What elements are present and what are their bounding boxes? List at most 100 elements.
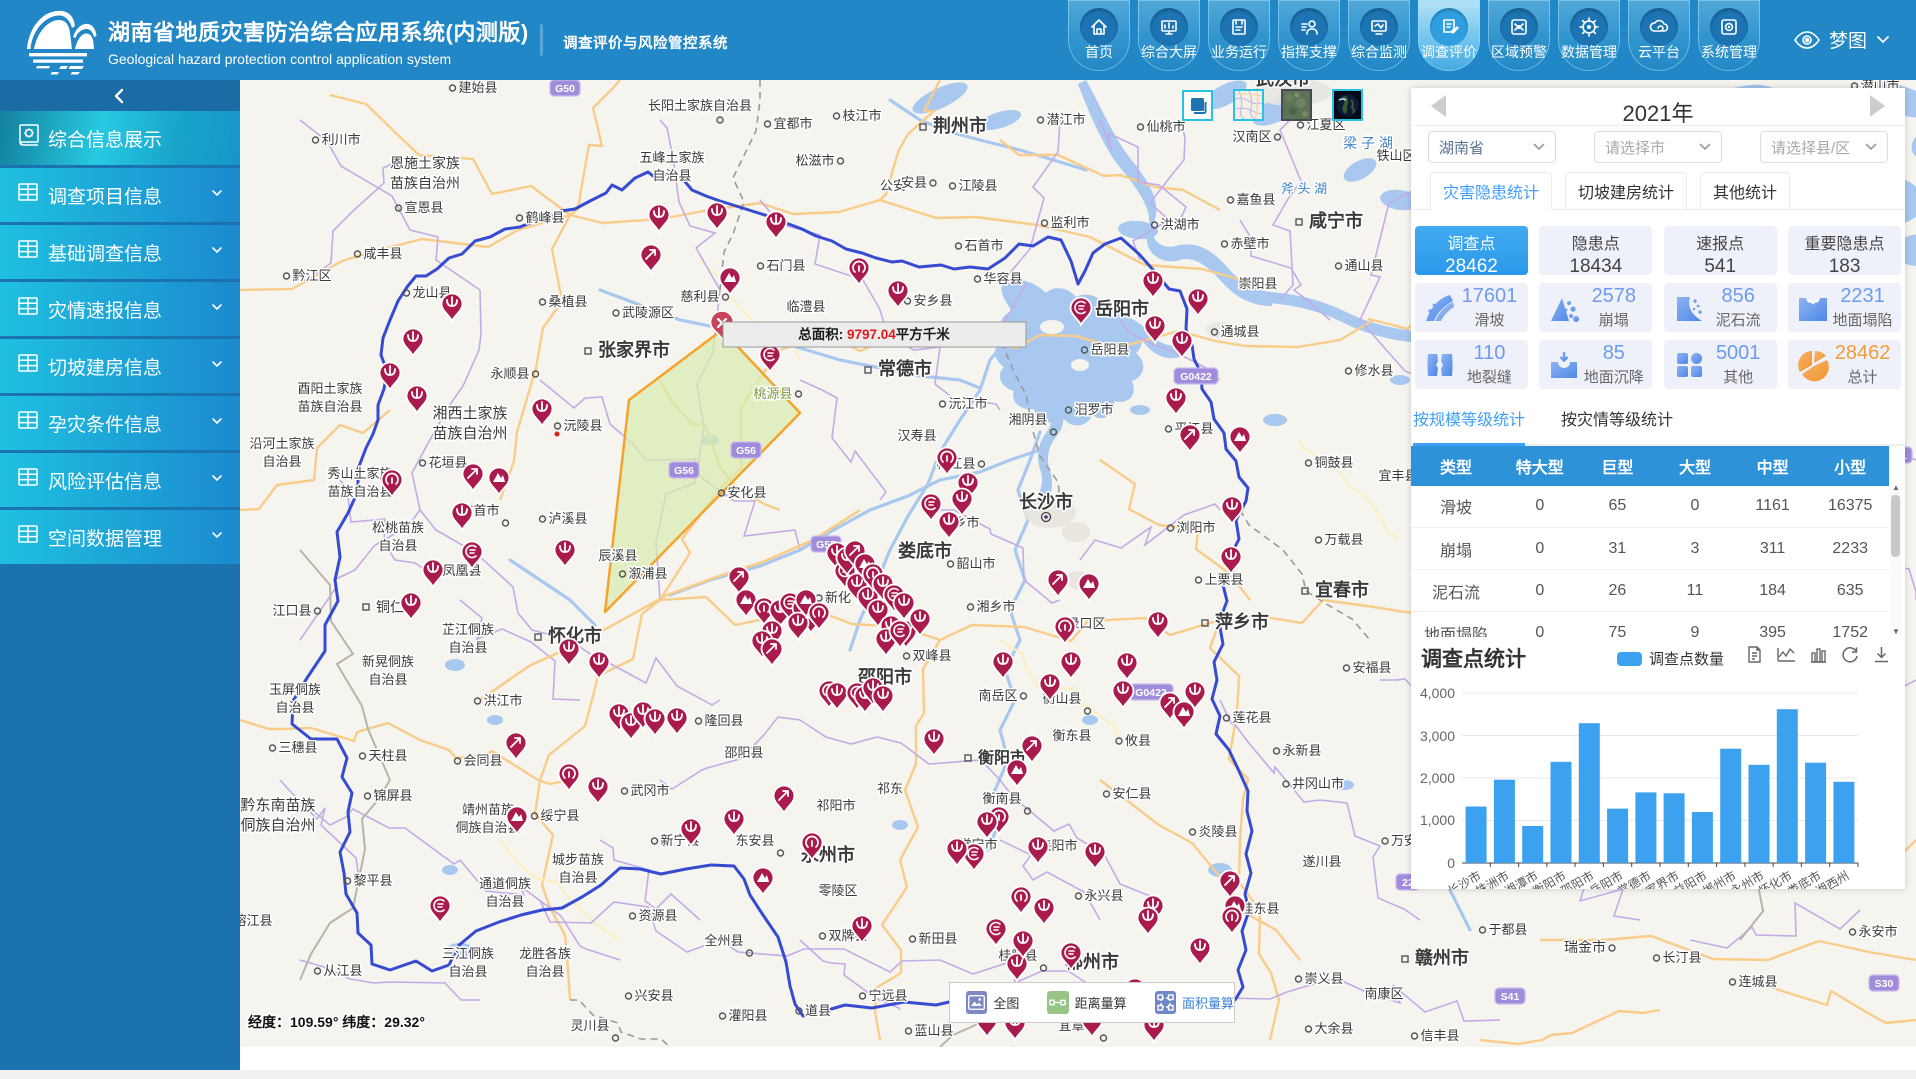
svg-text:苗族自治县: 苗族自治县 — [327, 484, 392, 499]
svg-text:芷江侗族: 芷江侗族 — [442, 622, 494, 637]
svg-text:苗族自治县: 苗族自治县 — [297, 399, 362, 414]
svg-text:长阳土家族自治县: 长阳土家族自治县 — [648, 98, 752, 113]
svg-text:苗族自治州: 苗族自治州 — [390, 175, 460, 191]
svg-text:修水县: 修水县 — [1354, 363, 1393, 378]
svg-text:侗族自治州: 侗族自治州 — [240, 817, 315, 834]
svg-text:玉屏侗族: 玉屏侗族 — [269, 682, 321, 697]
svg-text:于都县: 于都县 — [1488, 922, 1527, 937]
svg-text:黔东南苗族: 黔东南苗族 — [240, 797, 315, 814]
svg-text:武陵源区: 武陵源区 — [622, 305, 674, 320]
svg-text:万载县: 万载县 — [1324, 532, 1363, 547]
svg-text:双峰县: 双峰县 — [912, 648, 951, 663]
svg-text:4,000: 4,000 — [1420, 685, 1455, 701]
svg-text:安县: 安县 — [901, 175, 927, 190]
svg-text:衡东县: 衡东县 — [1052, 728, 1091, 743]
svg-text:自治县: 自治县 — [448, 964, 487, 979]
svg-text:新化: 新化 — [825, 590, 851, 605]
svg-text:松滋市: 松滋市 — [795, 153, 834, 168]
svg-text:岳阳县: 岳阳县 — [1090, 342, 1129, 357]
svg-text:邵阳县: 邵阳县 — [724, 745, 763, 760]
svg-text:桂东县: 桂东县 — [1240, 901, 1279, 916]
svg-text:衡南县: 衡南县 — [982, 791, 1021, 806]
svg-text:3,000: 3,000 — [1420, 728, 1455, 744]
svg-text:炎陵县: 炎陵县 — [1198, 824, 1237, 839]
svg-text:萍乡市: 萍乡市 — [1215, 611, 1269, 632]
svg-text:自治县: 自治县 — [485, 894, 524, 909]
svg-text:娄底市: 娄底市 — [898, 540, 952, 561]
svg-text:桑植县: 桑植县 — [548, 294, 587, 309]
svg-text:S30: S30 — [1875, 978, 1894, 990]
svg-text:潜江市: 潜江市 — [1046, 112, 1085, 127]
svg-text:三穗县: 三穗县 — [278, 740, 317, 755]
svg-text:祁东: 祁东 — [877, 781, 903, 796]
svg-text:自治县: 自治县 — [652, 168, 691, 183]
svg-text:泸溪县: 泸溪县 — [548, 511, 587, 526]
svg-text:赣州市: 赣州市 — [1415, 947, 1469, 968]
svg-text:汉寿县: 汉寿县 — [897, 428, 936, 443]
svg-text:桃源县: 桃源县 — [753, 386, 792, 401]
svg-text:永兴县: 永兴县 — [1084, 888, 1123, 903]
svg-text:永新县: 永新县 — [1282, 743, 1321, 758]
svg-text:韶山市: 韶山市 — [956, 556, 995, 571]
svg-text:安化县: 安化县 — [727, 485, 766, 500]
svg-text:仙桃市: 仙桃市 — [1146, 119, 1185, 134]
svg-text:经度：109.59° 纬度：29.32°: 经度：109.59° 纬度：29.32° — [248, 1014, 425, 1030]
svg-text:武汉市: 武汉市 — [1256, 80, 1310, 89]
svg-text:临澧县: 临澧县 — [786, 299, 825, 314]
svg-text:瑞金市: 瑞金市 — [1564, 939, 1606, 955]
svg-text:总面积: 9797.04平方千米: 总面积: 9797.04平方千米 — [798, 326, 950, 342]
svg-text:溆浦县: 溆浦县 — [628, 566, 667, 581]
svg-text:华容县: 华容县 — [983, 271, 1022, 286]
svg-text:自治县: 自治县 — [378, 538, 417, 553]
svg-text:安福县: 安福县 — [1352, 660, 1391, 675]
svg-text:岳阳市: 岳阳市 — [1095, 298, 1149, 319]
svg-text:长沙市: 长沙市 — [1019, 491, 1073, 512]
svg-text:恩施土家族: 恩施土家族 — [390, 155, 460, 171]
svg-text:锦屏县: 锦屏县 — [373, 788, 412, 803]
svg-text:安乡县: 安乡县 — [913, 293, 952, 308]
svg-text:沅陵县: 沅陵县 — [563, 418, 602, 433]
svg-text:零陵区: 零陵区 — [818, 883, 857, 898]
svg-text:花垣县: 花垣县 — [428, 455, 467, 470]
svg-text:自治县: 自治县 — [448, 640, 487, 655]
svg-text:浏阳市: 浏阳市 — [1176, 520, 1215, 535]
svg-text:自治县: 自治县 — [275, 700, 314, 715]
svg-text:通道侗族: 通道侗族 — [479, 876, 531, 891]
svg-text:江陵县: 江陵县 — [958, 178, 997, 193]
svg-text:三江侗族: 三江侗族 — [442, 946, 494, 961]
svg-text:隆回县: 隆回县 — [704, 713, 743, 728]
svg-text:石首市: 石首市 — [964, 238, 1003, 253]
svg-text:G56: G56 — [736, 445, 756, 457]
svg-text:信丰县: 信丰县 — [1420, 1028, 1459, 1043]
svg-text:自治县: 自治县 — [558, 870, 597, 885]
svg-text:城步苗族: 城步苗族 — [552, 852, 604, 867]
svg-text:南康区: 南康区 — [1364, 986, 1403, 1001]
svg-text:道县: 道县 — [805, 1003, 831, 1018]
svg-text:铜鼓县: 铜鼓县 — [1314, 455, 1353, 470]
svg-text:湘乡市: 湘乡市 — [976, 599, 1015, 614]
svg-text:沿河土家族: 沿河土家族 — [249, 436, 314, 451]
svg-text:咸宁市: 咸宁市 — [1309, 210, 1363, 231]
svg-text:利川市: 利川市 — [321, 132, 360, 147]
svg-text:连城县: 连城县 — [1738, 974, 1777, 989]
svg-text:宣恩县: 宣恩县 — [404, 200, 443, 215]
svg-text:永安市: 永安市 — [1858, 924, 1897, 939]
svg-text:井冈山市: 井冈山市 — [1292, 776, 1344, 791]
svg-text:凤凰县: 凤凰县 — [442, 563, 481, 578]
svg-text:全州县: 全州县 — [704, 933, 743, 948]
svg-text:蓝山县: 蓝山县 — [914, 1023, 953, 1038]
svg-text:通山县: 通山县 — [1344, 258, 1383, 273]
svg-text:G56: G56 — [674, 465, 694, 477]
svg-text:宁远县: 宁远县 — [868, 988, 907, 1003]
svg-text:苗族自治州: 苗族自治州 — [432, 425, 507, 442]
svg-text:自治县: 自治县 — [368, 672, 407, 687]
svg-text:斧 头 湖: 斧 头 湖 — [1281, 181, 1327, 196]
svg-text:2,000: 2,000 — [1420, 770, 1455, 786]
svg-text:会同县: 会同县 — [463, 753, 502, 768]
svg-text:湘阴县: 湘阴县 — [1008, 412, 1047, 427]
svg-text:崇阳县: 崇阳县 — [1238, 276, 1277, 291]
svg-text:自治县: 自治县 — [525, 964, 564, 979]
svg-text:灵川县: 灵川县 — [570, 1018, 609, 1033]
svg-text:自治县: 自治县 — [262, 454, 301, 469]
svg-text:沅江市: 沅江市 — [948, 396, 987, 411]
